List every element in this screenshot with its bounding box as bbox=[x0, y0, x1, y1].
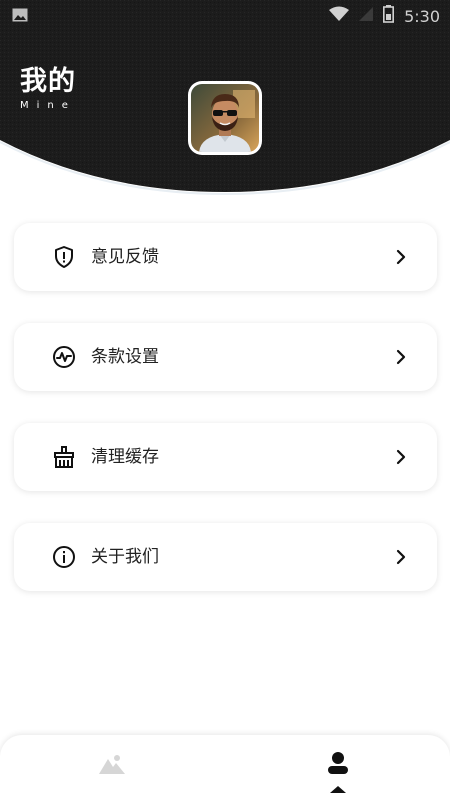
broom-clean-icon bbox=[54, 446, 74, 468]
avatar[interactable] bbox=[188, 81, 262, 155]
shield-alert-icon bbox=[55, 246, 73, 268]
status-bar: 5:30 bbox=[0, 0, 450, 30]
tab-gallery[interactable] bbox=[52, 735, 172, 800]
person-icon bbox=[328, 752, 348, 793]
menu-item-feedback[interactable]: 意见反馈 bbox=[14, 223, 437, 291]
chevron-right-icon bbox=[396, 349, 406, 365]
info-icon bbox=[53, 546, 75, 568]
bottom-tab-bar bbox=[0, 735, 450, 800]
activity-pulse-icon bbox=[53, 346, 75, 368]
page-title-group: 我的 Mine bbox=[20, 66, 76, 111]
signal-icon bbox=[359, 6, 374, 26]
tab-mine[interactable] bbox=[278, 735, 398, 800]
active-tab-indicator bbox=[330, 786, 346, 793]
page-subtitle: Mine bbox=[20, 100, 76, 111]
image-notification-icon bbox=[12, 8, 28, 26]
chevron-right-icon bbox=[396, 549, 406, 565]
menu-item-about-us[interactable]: 关于我们 bbox=[14, 523, 437, 591]
chevron-right-icon bbox=[396, 249, 406, 265]
profile-header: 5:30 我的 Mine bbox=[0, 0, 450, 200]
chevron-right-icon bbox=[396, 449, 406, 465]
page-title: 我的 bbox=[20, 66, 76, 97]
avatar-photo bbox=[191, 84, 259, 152]
menu-item-label: 清理缓存 bbox=[91, 447, 159, 467]
menu-item-label: 意见反馈 bbox=[91, 247, 159, 267]
status-time: 5:30 bbox=[404, 6, 440, 26]
menu-item-label: 条款设置 bbox=[91, 347, 159, 367]
wifi-icon bbox=[329, 6, 350, 26]
menu-item-clear-cache[interactable]: 清理缓存 bbox=[14, 423, 437, 491]
battery-icon bbox=[383, 5, 395, 27]
menu-item-label: 关于我们 bbox=[91, 547, 159, 567]
menu-item-terms-settings[interactable]: 条款设置 bbox=[14, 323, 437, 391]
mountain-image-icon bbox=[99, 755, 125, 774]
